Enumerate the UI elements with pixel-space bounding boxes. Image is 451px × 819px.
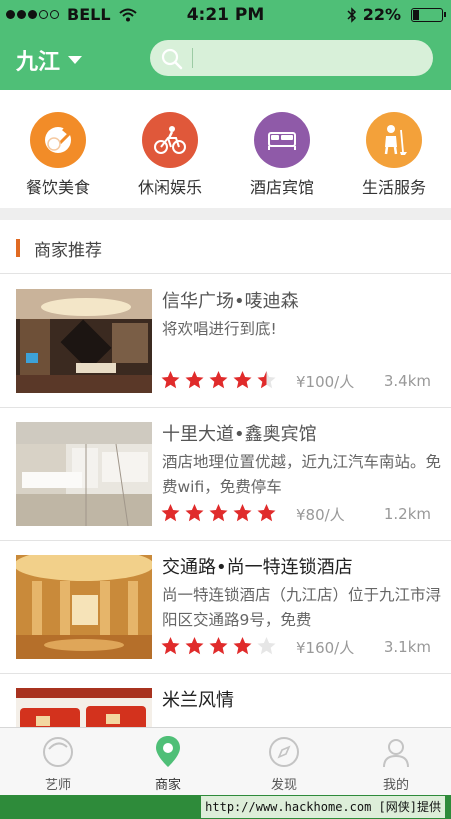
phone-screen: BELL 4:21 PM 22% 九江 餐饮美食 休闲娱乐 酒店宾馆 生活服务 …: [0, 0, 451, 795]
top-bar: BELL 4:21 PM 22% 九江: [0, 0, 451, 90]
compass-icon: [244, 734, 324, 770]
dining-icon: [30, 112, 86, 168]
category-label: 生活服务: [361, 178, 426, 197]
merchant-rating: [160, 636, 277, 656]
star-icon: [161, 504, 180, 522]
status-right: 22%: [347, 5, 446, 24]
tab-merchant[interactable]: 商家: [128, 734, 208, 793]
category-services[interactable]: 生活服务: [344, 112, 444, 198]
category-label: 休闲娱乐: [137, 178, 202, 197]
category-label: 餐饮美食: [25, 178, 90, 197]
star-icon: [209, 371, 228, 389]
merchant-price: ¥160/人: [296, 639, 355, 657]
category-hotel[interactable]: 酒店宾馆: [232, 112, 332, 198]
watermark-bar: http://www.hackhome.com [网侠]提供: [0, 795, 451, 819]
section-title: 商家推荐: [34, 241, 102, 261]
status-bar: BELL 4:21 PM 22%: [0, 0, 451, 30]
search-input[interactable]: [198, 44, 423, 72]
tab-label: 艺师: [44, 778, 71, 793]
merchant-name: 米兰风情: [162, 690, 234, 711]
merchant-name: 信华广场•唛迪森: [162, 291, 299, 312]
tab-label: 我的: [382, 778, 409, 793]
star-icon: [233, 637, 252, 655]
city-selector[interactable]: 九江: [16, 44, 83, 76]
category-leisure[interactable]: 休闲娱乐: [120, 112, 220, 198]
watermark-text: http://www.hackhome.com [网侠]提供: [201, 796, 445, 818]
bottom-tab-bar: 艺师 商家 发现 我的: [0, 727, 451, 795]
tab-artist[interactable]: 艺师: [18, 734, 98, 793]
bluetooth-icon: [347, 6, 356, 23]
star-icon: [233, 371, 252, 389]
user-icon: [356, 734, 436, 770]
location-pin-icon: [128, 734, 208, 770]
merchant-distance: 1.2km: [383, 505, 431, 523]
merchant-item[interactable]: 信华广场•唛迪森 将欢唱进行到底! ¥100/人 3.4km: [0, 275, 451, 408]
star-icon: [209, 637, 228, 655]
star-icon: [233, 504, 252, 522]
merchant-thumbnail: [16, 422, 152, 526]
artist-icon: [18, 734, 98, 770]
star-icon: [161, 637, 180, 655]
merchant-name: 十里大道•鑫奥宾馆: [162, 424, 317, 445]
battery-icon: [411, 7, 446, 22]
star-icon: [257, 637, 276, 655]
tab-discover[interactable]: 发现: [244, 734, 324, 793]
star-icon: [185, 504, 204, 522]
battery-percent: 22%: [362, 5, 401, 24]
merchant-rating: [160, 370, 277, 390]
chevron-down-icon: [68, 56, 83, 64]
merchant-price: ¥100/人: [296, 373, 355, 391]
tab-mine[interactable]: 我的: [356, 734, 436, 793]
category-label: 酒店宾馆: [249, 178, 314, 197]
tab-label: 发现: [270, 778, 297, 793]
category-row: 餐饮美食 休闲娱乐 酒店宾馆 生活服务: [0, 90, 451, 208]
cleaning-icon: [366, 112, 422, 168]
bed-icon: [254, 112, 310, 168]
section-accent-bar: [16, 239, 20, 257]
category-dining[interactable]: 餐饮美食: [8, 112, 108, 198]
city-name: 九江: [16, 50, 61, 75]
merchant-description: 尚一特连锁酒店（九江店）位于九江市浔阳区交通路9号，免费: [162, 586, 442, 629]
star-icon: [257, 371, 276, 389]
star-icon: [257, 504, 276, 522]
merchant-rating: [160, 503, 277, 523]
search-divider: [192, 48, 193, 68]
merchant-description: 酒店地理位置优越，近九江汽车南站。免费wifi，免费停车: [162, 453, 442, 496]
merchant-distance: 3.4km: [383, 372, 431, 390]
star-icon: [161, 371, 180, 389]
section-header: 商家推荐: [0, 220, 451, 274]
star-icon: [185, 371, 204, 389]
bicycle-icon: [142, 112, 198, 168]
search-icon: [161, 48, 183, 70]
tab-label: 商家: [154, 778, 181, 793]
search-box[interactable]: [150, 40, 433, 76]
battery-fill: [413, 9, 419, 20]
star-icon: [185, 637, 204, 655]
app-header: 九江: [0, 30, 451, 90]
section-gap: [0, 208, 451, 220]
merchant-price: ¥80/人: [296, 506, 345, 524]
merchant-item[interactable]: 交通路•尚一特连锁酒店 尚一特连锁酒店（九江店）位于九江市浔阳区交通路9号，免费…: [0, 541, 451, 674]
merchant-thumbnail: [16, 289, 152, 393]
merchant-description: 将欢唱进行到底!: [162, 320, 277, 338]
merchant-thumbnail: [16, 555, 152, 659]
star-icon: [209, 504, 228, 522]
merchant-distance: 3.1km: [383, 638, 431, 656]
merchant-item[interactable]: 十里大道•鑫奥宾馆 酒店地理位置优越，近九江汽车南站。免费wifi，免费停车 ¥…: [0, 408, 451, 541]
merchant-name: 交通路•尚一特连锁酒店: [162, 557, 353, 578]
